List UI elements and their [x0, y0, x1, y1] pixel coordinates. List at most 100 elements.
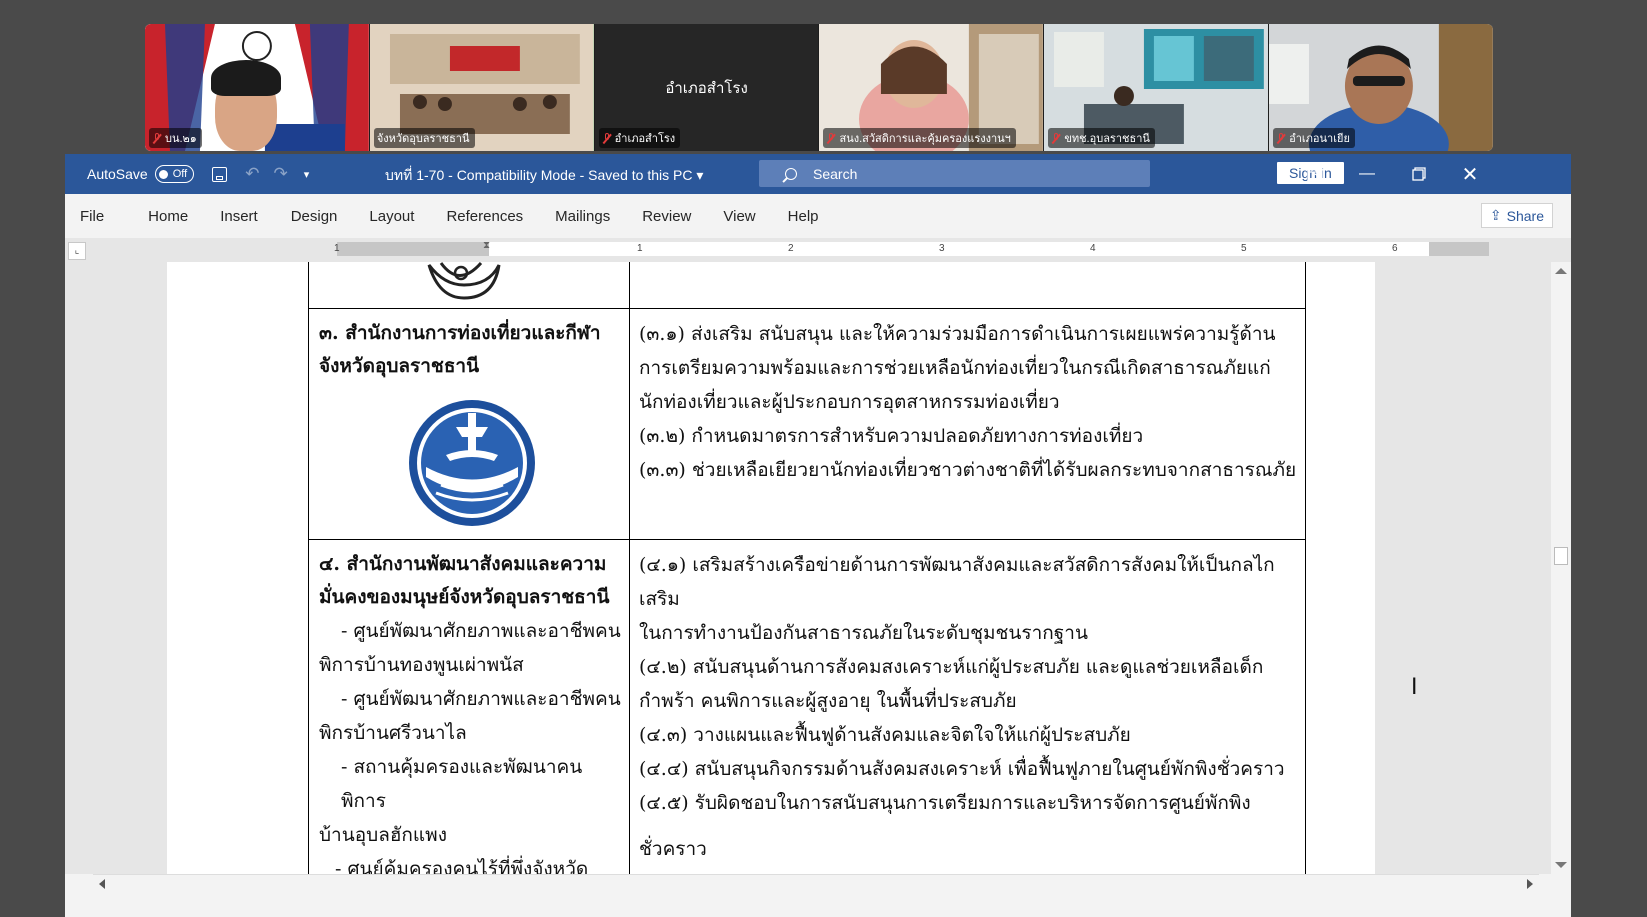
ruler-left-margin: [337, 242, 489, 256]
title-bar: AutoSave Off ↶ ↷ ▾ บทที่ 1-70 - Compatib…: [65, 154, 1571, 194]
agency-4-name-line1: ๔. สำนักงานพัฒนาสังคมและความ: [319, 553, 607, 575]
toggle-knob: [158, 169, 168, 179]
participant-tile-1[interactable]: บน.๒๑: [145, 24, 369, 151]
close-icon[interactable]: ✕: [1445, 154, 1495, 194]
agency-logo-fragment: [427, 262, 501, 300]
customize-toolbar-icon[interactable]: ▾: [304, 168, 310, 181]
agency-3-name-line1: ๓. สำนักงานการท่องเที่ยวและกีฬา: [319, 322, 601, 344]
tab-layout[interactable]: Layout: [354, 208, 429, 225]
duty-4-5-line2: ชั่วคราว: [639, 838, 707, 860]
sub-unit-line: - ศูนย์คุ้มครองคนไร้ที่พึ่งจังหวัด: [335, 858, 589, 874]
undo-icon[interactable]: ↶: [245, 164, 259, 184]
mic-off-icon: [152, 132, 162, 144]
ribbon-display-options-icon[interactable]: [1290, 154, 1340, 194]
tab-help[interactable]: Help: [773, 208, 834, 225]
tab-selector-icon[interactable]: ⌞: [68, 242, 86, 260]
scroll-left-icon[interactable]: [99, 879, 105, 889]
scrollbar-thumb[interactable]: [1554, 547, 1568, 565]
sub-unit-line: พิกรบ้านศรีวนาไล: [319, 722, 467, 744]
ruler-row: ⌞ 1 1 2 3 4 5 6 ⧗: [65, 238, 1571, 262]
sub-unit-line: - สถานคุ้มครองและพัฒนาคนพิการ: [341, 756, 583, 812]
tab-design[interactable]: Design: [276, 208, 353, 225]
mic-off-icon: [826, 132, 836, 144]
participant-hair: [211, 60, 281, 96]
agency-4-name-line2: มั่นคงของมนุษย์จังหวัดอุบลราชธานี: [319, 586, 610, 608]
participant-tile-3[interactable]: อำเภอสำโรง อำเภอสำโรง: [594, 24, 819, 151]
save-icon[interactable]: [212, 166, 228, 182]
tab-file[interactable]: File: [65, 208, 119, 225]
tab-references[interactable]: References: [431, 208, 538, 225]
document-title[interactable]: บทที่ 1-70 - Compatibility Mode - Saved …: [385, 165, 703, 187]
word-window: AutoSave Off ↶ ↷ ▾ บทที่ 1-70 - Compatib…: [65, 154, 1571, 917]
redo-icon[interactable]: ↷: [273, 164, 287, 184]
mic-off-icon: [1051, 132, 1061, 144]
agency-duties-table: ๓. สำนักงานการท่องเที่ยวและกีฬา จังหวัดอ…: [308, 262, 1306, 874]
ribbon-display-svg: [1307, 167, 1323, 181]
table-row-4: ๔. สำนักงานพัฒนาสังคมและความ มั่นคงของมน…: [308, 539, 1306, 874]
duty-3-1-line2: การเตรียมความพร้อมและการช่วยเหลือนักท่อง…: [639, 357, 1271, 379]
search-box[interactable]: Search: [759, 160, 1150, 187]
participant-name-4: สนง.สวัสดิการและคุ้มครองแรงงานฯ: [823, 128, 1016, 148]
mic-off-icon: [602, 132, 612, 144]
ruler-right-margin: [1429, 242, 1489, 256]
share-icon: ⇪: [1489, 207, 1502, 223]
ruler-number: 2: [788, 243, 794, 254]
mic-off-icon: [1276, 132, 1286, 144]
participant-name-6: อำเภอนาเยีย: [1273, 128, 1355, 148]
indent-marker-icon[interactable]: ⧗: [483, 240, 490, 251]
participant-tile-4[interactable]: สนง.สวัสดิการและคุ้มครองแรงงานฯ: [819, 24, 1044, 151]
table-cell: ๓. สำนักงานการท่องเที่ยวและกีฬา จังหวัดอ…: [308, 308, 630, 540]
duty-3-3: (๓.๓) ช่วยเหลือเยียวยานักท่องเที่ยวชาวต่…: [639, 459, 1297, 481]
table-cell: [308, 262, 630, 309]
agency-3-name-line2: จังหวัดอุบลราชธานี: [319, 355, 480, 377]
duty-4-2-line1: (๔.๒) สนับสนุนด้านการสังคมสงเคราะห์แก่ผู…: [639, 656, 1264, 678]
ruler-number: 1: [637, 243, 643, 254]
duty-3-1-line1: (๓.๑) ส่งเสริม สนับสนุน และให้ความร่วมมื…: [639, 323, 1276, 345]
restore-icon[interactable]: [1394, 154, 1444, 194]
table-cell: (๔.๑) เสริมสร้างเครือข่ายด้านการพัฒนาสัง…: [629, 539, 1306, 874]
vertical-scrollbar[interactable]: [1551, 262, 1571, 874]
document-page[interactable]: ๓. สำนักงานการท่องเที่ยวและกีฬา จังหวัดอ…: [167, 262, 1375, 874]
tab-mailings[interactable]: Mailings: [540, 208, 625, 225]
table-row-logo-top: [308, 262, 1306, 309]
tourism-sports-seal-logo: [409, 400, 535, 526]
search-icon: [785, 167, 797, 180]
duty-4-1-line2: ในการทำงานป้องกันสาธารณภัยในระดับชุมชนรา…: [639, 622, 1088, 644]
document-canvas[interactable]: ๓. สำนักงานการท่องเที่ยวและกีฬา จังหวัดอ…: [65, 262, 1571, 874]
participant-tile-2[interactable]: จังหวัดอุบลราชธานี: [369, 24, 594, 151]
ruler-number: 6: [1392, 243, 1398, 254]
tab-review[interactable]: Review: [627, 208, 706, 225]
text-cursor-icon: I: [1411, 675, 1418, 700]
table-row-3: ๓. สำนักงานการท่องเที่ยวและกีฬา จังหวัดอ…: [308, 308, 1306, 540]
search-placeholder: Search: [813, 165, 858, 182]
autosave-toggle[interactable]: Off: [154, 165, 195, 183]
autosave-state: Off: [172, 168, 188, 180]
tab-insert[interactable]: Insert: [205, 208, 273, 225]
scroll-right-icon[interactable]: [1527, 879, 1533, 889]
tab-view[interactable]: View: [708, 208, 770, 225]
table-cell: (๓.๑) ส่งเสริม สนับสนุน และให้ความร่วมมื…: [629, 308, 1306, 540]
autosave-label: AutoSave: [87, 166, 148, 182]
horizontal-ruler[interactable]: 1 1 2 3 4 5 6 ⧗: [334, 240, 1489, 256]
minimize-icon[interactable]: —: [1342, 154, 1392, 194]
scroll-down-icon[interactable]: [1555, 862, 1567, 868]
duty-3-1-line3: นักท่องเที่ยวและผู้ประกอบการอุตสาหกรรมท่…: [639, 391, 1060, 413]
duty-4-2-line2: กำพร้า คนพิการและผู้สูงอายุ ในพื้นที่ประ…: [639, 690, 1017, 712]
horizontal-scrollbar[interactable]: [93, 874, 1539, 893]
participant-center-label: อำเภอสำโรง: [665, 80, 748, 97]
sub-unit-line: บ้านอุบลฮักแพง: [319, 824, 447, 846]
tab-home[interactable]: Home: [133, 208, 203, 225]
restore-svg: [1412, 167, 1426, 181]
scroll-up-icon[interactable]: [1555, 268, 1567, 274]
duty-3-2: (๓.๒) กำหนดมาตรการสำหรับความปลอดภัยทางกา…: [639, 425, 1144, 447]
video-participant-strip: บน.๒๑ จังหวัดอุบลราชธานี อำเภอสำโรง อำเภ…: [145, 24, 1493, 151]
ruler-number: 1: [334, 243, 340, 254]
share-button[interactable]: ⇪ Share: [1480, 203, 1553, 228]
ruler-number: 5: [1241, 243, 1247, 254]
participant-name-5: ขทช.อุบลราชธานี: [1048, 128, 1155, 148]
ruler-number: 4: [1090, 243, 1096, 254]
duty-4-4: (๔.๔) สนับสนุนกิจกรรมด้านสังคมสงเคราะห์ …: [639, 758, 1285, 780]
sub-unit-line: - ศูนย์พัฒนาศักยภาพและอาชีพคน: [341, 688, 621, 710]
participant-tile-5[interactable]: ขทช.อุบลราชธานี: [1044, 24, 1269, 151]
participant-tile-6[interactable]: อำเภอนาเยีย: [1269, 24, 1493, 151]
